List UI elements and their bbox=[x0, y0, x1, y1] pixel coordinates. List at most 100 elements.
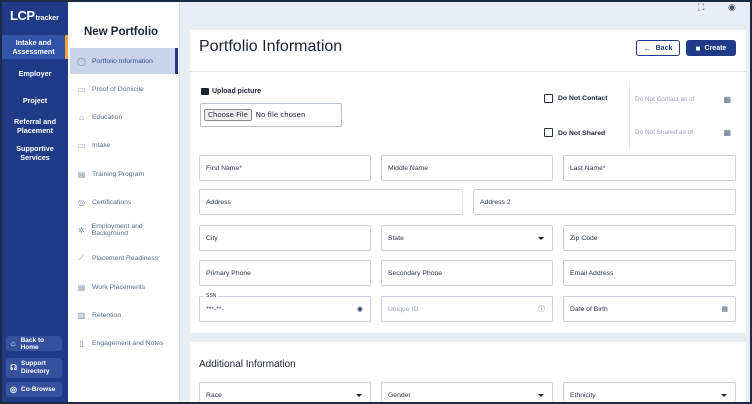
fullscreen-icon[interactable]: ⛶ bbox=[698, 2, 704, 13]
date-placeholder: Do Not Shared as of bbox=[635, 128, 693, 136]
zip-code-label: Zip Code bbox=[570, 234, 598, 242]
sidebar-item-intake[interactable]: ▭ Intake bbox=[70, 132, 178, 158]
file-upload-input[interactable]: Choose File No file chosen bbox=[200, 103, 342, 127]
address2-label: Address 2 bbox=[480, 198, 511, 206]
ssn-field[interactable]: SSN ***-**- ◉ bbox=[199, 293, 371, 322]
secondary-phone-field[interactable]: Secondary Phone bbox=[381, 260, 553, 286]
nav-item-intake-assessment[interactable]: Intake and Assessment bbox=[2, 35, 68, 59]
chevron-down-icon bbox=[721, 393, 727, 397]
state-label: State bbox=[388, 234, 404, 242]
sidebar-item-label: Training Program bbox=[92, 170, 145, 178]
graduation-cap-icon: ⌂ bbox=[79, 112, 84, 122]
co-browse-button[interactable]: ◎ Co-Browse bbox=[6, 382, 62, 397]
sidebar-item-label: Education bbox=[92, 113, 123, 121]
choose-file-button[interactable]: Choose File bbox=[204, 109, 252, 121]
trash-icon: ▥ bbox=[77, 310, 86, 320]
sidebar-item-training-program[interactable]: ▤ Training Program bbox=[70, 161, 178, 187]
handshake-icon: ⟋ bbox=[78, 253, 85, 262]
account-icon[interactable]: ◉ bbox=[728, 2, 736, 13]
clipboard-check-icon: ▤ bbox=[77, 282, 86, 292]
nav-item-label: Referral and Placement bbox=[14, 117, 56, 135]
app-window: LCP tracker Intake and Assessment Employ… bbox=[0, 0, 752, 404]
nav-button-label: Co-Browse bbox=[21, 386, 56, 393]
nav-item-label: Project bbox=[22, 96, 48, 105]
clipboard-icon: ▤ bbox=[77, 169, 86, 179]
nav-item-supportive-services[interactable]: Supportive Services bbox=[7, 144, 63, 164]
city-field[interactable]: City bbox=[199, 225, 371, 251]
user-circle-icon: ◯ bbox=[77, 56, 86, 66]
chevron-down-icon bbox=[356, 393, 362, 397]
header-divider bbox=[190, 71, 746, 72]
address2-field[interactable]: Address 2 bbox=[473, 189, 736, 215]
sidebar-item-label: Intake bbox=[92, 141, 111, 149]
sidebar-item-certifications[interactable]: ◎ Certifications bbox=[70, 189, 178, 215]
sidebar-item-retention[interactable]: ▥ Retention bbox=[70, 302, 178, 328]
last-name-label: Last Name* bbox=[570, 164, 606, 172]
folder-icon: ▭ bbox=[77, 84, 86, 94]
email-address-field[interactable]: Email Address bbox=[563, 260, 736, 286]
ssn-floating-label: SSN bbox=[204, 293, 219, 299]
home-icon: ⌂ bbox=[10, 339, 16, 348]
eye-icon[interactable]: ◉ bbox=[357, 305, 363, 313]
sidebar-item-label: Work Placements bbox=[92, 283, 146, 291]
state-select[interactable]: State bbox=[381, 225, 553, 251]
ssn-value: ***-**- bbox=[206, 305, 224, 313]
do-not-shared-checkbox[interactable] bbox=[544, 128, 553, 137]
nav-button-label: Support Directory bbox=[21, 360, 50, 375]
ethnicity-select[interactable]: Ethnicity bbox=[563, 382, 736, 402]
nav-item-project[interactable]: Project bbox=[2, 96, 68, 108]
sidebar-item-placement-readiness[interactable]: ⟋ Placement Readiness bbox=[70, 245, 178, 271]
race-select[interactable]: Race bbox=[199, 382, 371, 402]
sidebar-item-employment-background[interactable]: ✲ Employment and Background bbox=[70, 217, 178, 243]
address-field[interactable]: Address bbox=[199, 189, 463, 215]
do-not-shared-label: Do Not Shared bbox=[558, 130, 606, 137]
gender-select[interactable]: Gender bbox=[381, 382, 553, 402]
create-button[interactable]: ■ Create bbox=[686, 40, 736, 56]
sidebar-item-label: Employment and Background bbox=[91, 223, 143, 237]
do-not-contact-label: Do Not Contact bbox=[558, 95, 608, 102]
calendar-icon[interactable]: ▦ bbox=[723, 128, 731, 137]
date-of-birth-field[interactable]: Date of Birth ▦ bbox=[563, 296, 736, 322]
gender-label: Gender bbox=[388, 391, 411, 399]
calendar-icon[interactable]: ▦ bbox=[723, 95, 731, 104]
info-icon[interactable]: ⓘ bbox=[538, 304, 545, 314]
nav-item-employer[interactable]: Employer bbox=[2, 69, 68, 81]
nav-item-referral-placement[interactable]: Referral and Placement bbox=[5, 117, 65, 137]
date-placeholder: Do Not Contact as of bbox=[635, 95, 695, 103]
unique-id-placeholder: Unique ID bbox=[388, 305, 419, 313]
support-directory-button[interactable]: ☊ Support Directory bbox=[6, 358, 62, 378]
sidebar-item-education[interactable]: ⌂ Education bbox=[70, 104, 178, 130]
middle-name-field[interactable]: Middle Name bbox=[381, 155, 553, 181]
city-label: City bbox=[206, 234, 218, 242]
sidebar-item-engagement-notes[interactable]: ▯ Engagement and Notes bbox=[70, 330, 178, 356]
sidebar-item-portfolio-information[interactable]: ◯ Portfolio Information bbox=[70, 48, 178, 74]
app-logo: LCP tracker bbox=[10, 8, 59, 23]
primary-phone-field[interactable]: Primary Phone bbox=[199, 260, 371, 286]
create-button-label: Create bbox=[704, 44, 727, 52]
sidebar-title: New Portfolio bbox=[83, 26, 159, 38]
nav-button-label: Back to Home bbox=[20, 336, 45, 351]
sidebar-item-proof-of-domicile[interactable]: ▭ Proof of Domicile bbox=[70, 76, 178, 102]
calendar-icon[interactable]: ▦ bbox=[721, 305, 728, 313]
arrow-left-icon: ← bbox=[643, 43, 652, 53]
last-name-field[interactable]: Last Name* bbox=[563, 155, 736, 181]
do-not-contact-date-field[interactable]: Do Not Contact as of ▦ bbox=[629, 82, 737, 116]
first-name-field[interactable]: First Name* bbox=[199, 155, 371, 181]
page-title: Portfolio Information bbox=[199, 38, 343, 55]
zip-code-field[interactable]: Zip Code bbox=[563, 225, 736, 251]
back-to-home-button[interactable]: ⌂ Back to Home bbox=[6, 336, 62, 351]
sidebar-item-work-placements[interactable]: ▤ Work Placements bbox=[70, 274, 178, 300]
unique-id-field[interactable]: Unique ID ⓘ bbox=[381, 296, 553, 322]
file-status: No file chosen bbox=[255, 111, 306, 119]
sidebar-item-label: Portfolio Information bbox=[92, 57, 153, 65]
do-not-contact-checkbox[interactable] bbox=[544, 94, 553, 103]
ethnicity-label: Ethnicity bbox=[570, 391, 596, 399]
chevron-down-icon bbox=[538, 236, 544, 240]
primary-phone-label: Primary Phone bbox=[206, 269, 251, 277]
back-button[interactable]: ← Back bbox=[636, 40, 680, 56]
document-icon: ▯ bbox=[79, 338, 84, 348]
headset-icon: ☊ bbox=[9, 363, 18, 372]
nav-item-label: Employer bbox=[18, 69, 52, 78]
address-label: Address bbox=[206, 198, 231, 206]
do-not-shared-date-field[interactable]: Do Not Shared as of ▦ bbox=[629, 115, 737, 149]
